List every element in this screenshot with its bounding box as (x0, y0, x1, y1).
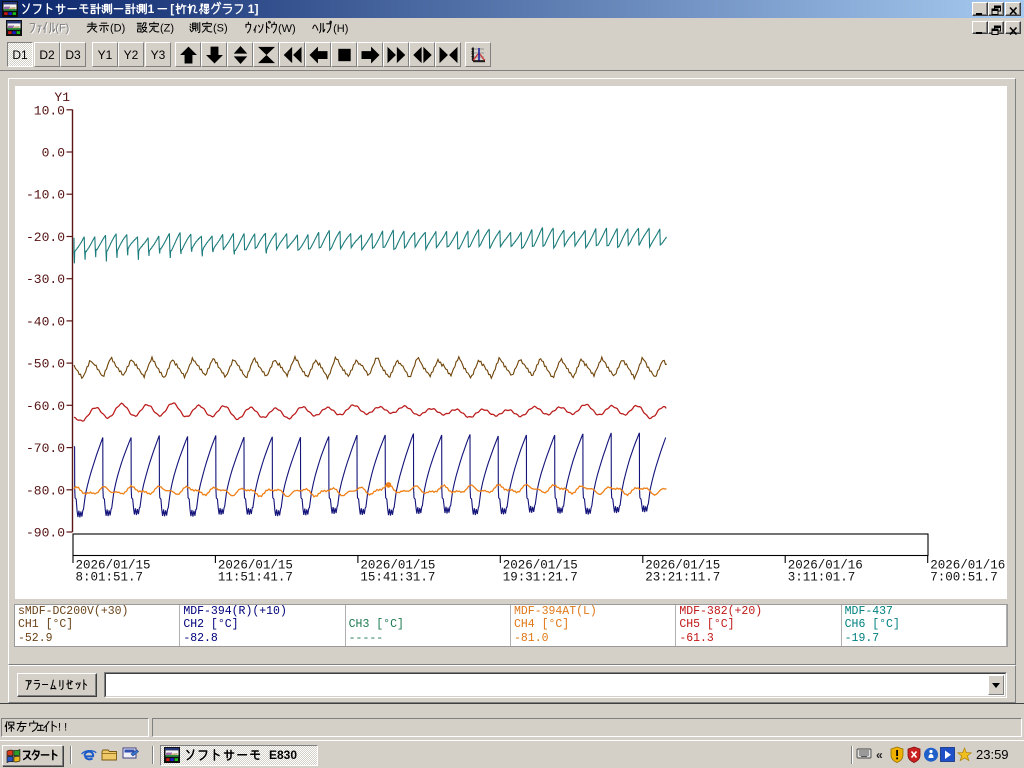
svg-text:«: « (876, 748, 883, 762)
svg-text:15:41:31.7: 15:41:31.7 (360, 571, 435, 585)
svg-text:(H): (H) (333, 23, 348, 35)
svg-text:7:00:51.7: 7:00:51.7 (930, 571, 998, 585)
svg-text:3:11:01.7: 3:11:01.7 (788, 571, 856, 585)
svg-text:E830: E830 (269, 748, 297, 762)
svg-text:23:21:11.7: 23:21:11.7 (645, 571, 720, 585)
svg-text:19:31:21.7: 19:31:21.7 (503, 571, 578, 585)
